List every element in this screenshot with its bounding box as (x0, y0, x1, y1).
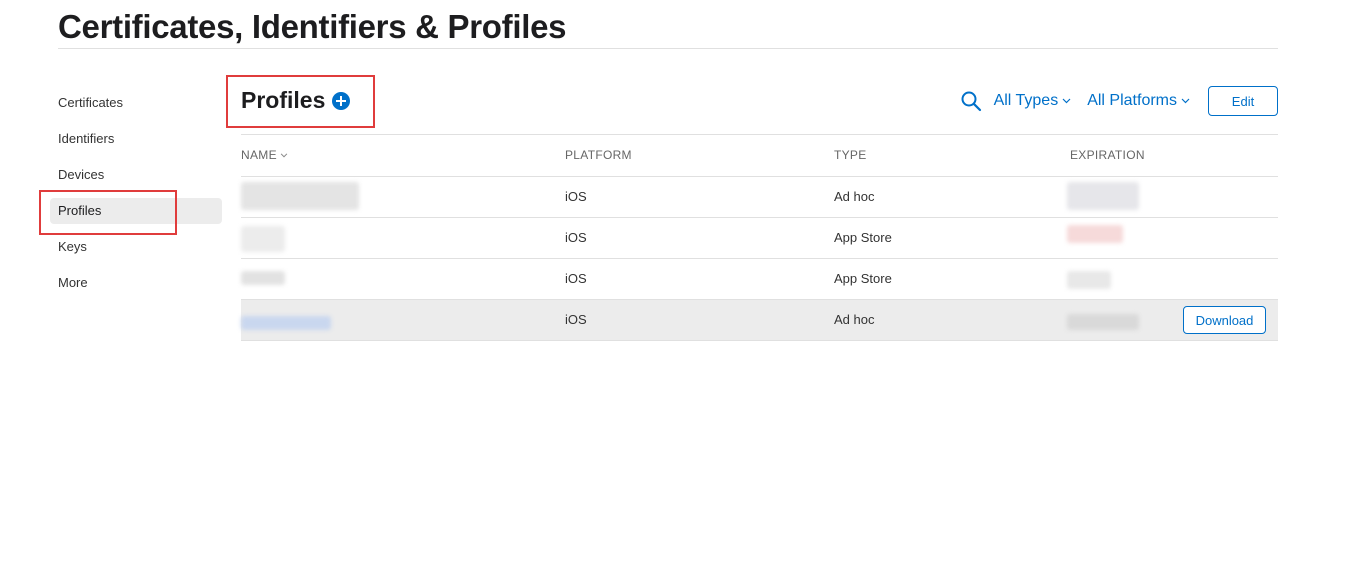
sidebar-item-devices[interactable]: Devices (50, 162, 222, 188)
column-header-type: TYPE (834, 148, 867, 162)
sidebar-item-profiles[interactable]: Profiles (50, 198, 222, 224)
section-title: Profiles (241, 87, 351, 114)
type-filter-dropdown[interactable]: All Types (994, 92, 1072, 110)
type-cell: App Store (834, 230, 892, 245)
redacted-expiration (1067, 271, 1111, 289)
table-row[interactable]: iOS App Store (241, 259, 1278, 300)
title-divider (58, 48, 1278, 49)
redacted-expiration (1067, 225, 1123, 243)
redacted-expiration (1067, 182, 1139, 210)
type-cell: App Store (834, 271, 892, 286)
chevron-down-icon (1181, 98, 1190, 104)
section-title-text: Profiles (241, 87, 326, 113)
search-icon[interactable] (960, 90, 982, 112)
page-title: Certificates, Identifiers & Profiles (58, 8, 567, 45)
column-header-name[interactable]: NAME (241, 148, 288, 162)
sidebar-item-more[interactable]: More (50, 270, 222, 296)
redacted-name (241, 271, 285, 285)
profiles-table: NAME PLATFORM TYPE EXPIRATION iOS Ad hoc… (241, 134, 1278, 341)
platform-cell: iOS (565, 271, 587, 286)
edit-button[interactable]: Edit (1208, 86, 1278, 116)
chevron-down-icon (1062, 98, 1071, 104)
sidebar-item-keys[interactable]: Keys (50, 234, 222, 260)
sidebar-item-certificates[interactable]: Certificates (50, 90, 222, 116)
column-header-platform: PLATFORM (565, 148, 632, 162)
add-profile-icon[interactable] (332, 91, 351, 110)
platform-filter-label: All Platforms (1087, 92, 1177, 109)
sort-chevron-icon (280, 152, 288, 157)
column-label: NAME (241, 148, 277, 162)
type-cell: Ad hoc (834, 312, 875, 327)
table-row[interactable]: iOS Ad hoc Download (241, 300, 1278, 341)
platform-filter-dropdown[interactable]: All Platforms (1087, 92, 1190, 110)
redacted-name (241, 182, 359, 210)
table-header: NAME PLATFORM TYPE EXPIRATION (241, 134, 1278, 177)
redacted-expiration (1067, 314, 1139, 330)
sidebar-nav: Certificates Identifiers Devices Profile… (50, 90, 222, 306)
column-header-expiration: EXPIRATION (1070, 148, 1145, 162)
redacted-name (241, 316, 331, 330)
download-button[interactable]: Download (1183, 306, 1266, 334)
type-cell: Ad hoc (834, 189, 875, 204)
platform-cell: iOS (565, 312, 587, 327)
platform-cell: iOS (565, 189, 587, 204)
toolbar: All Types All Platforms Edit (960, 86, 1278, 116)
table-row[interactable]: iOS Ad hoc (241, 177, 1278, 218)
type-filter-label: All Types (993, 92, 1059, 109)
redacted-name (241, 226, 285, 252)
platform-cell: iOS (565, 230, 587, 245)
sidebar-item-identifiers[interactable]: Identifiers (50, 126, 222, 152)
table-row[interactable]: iOS App Store (241, 218, 1278, 259)
